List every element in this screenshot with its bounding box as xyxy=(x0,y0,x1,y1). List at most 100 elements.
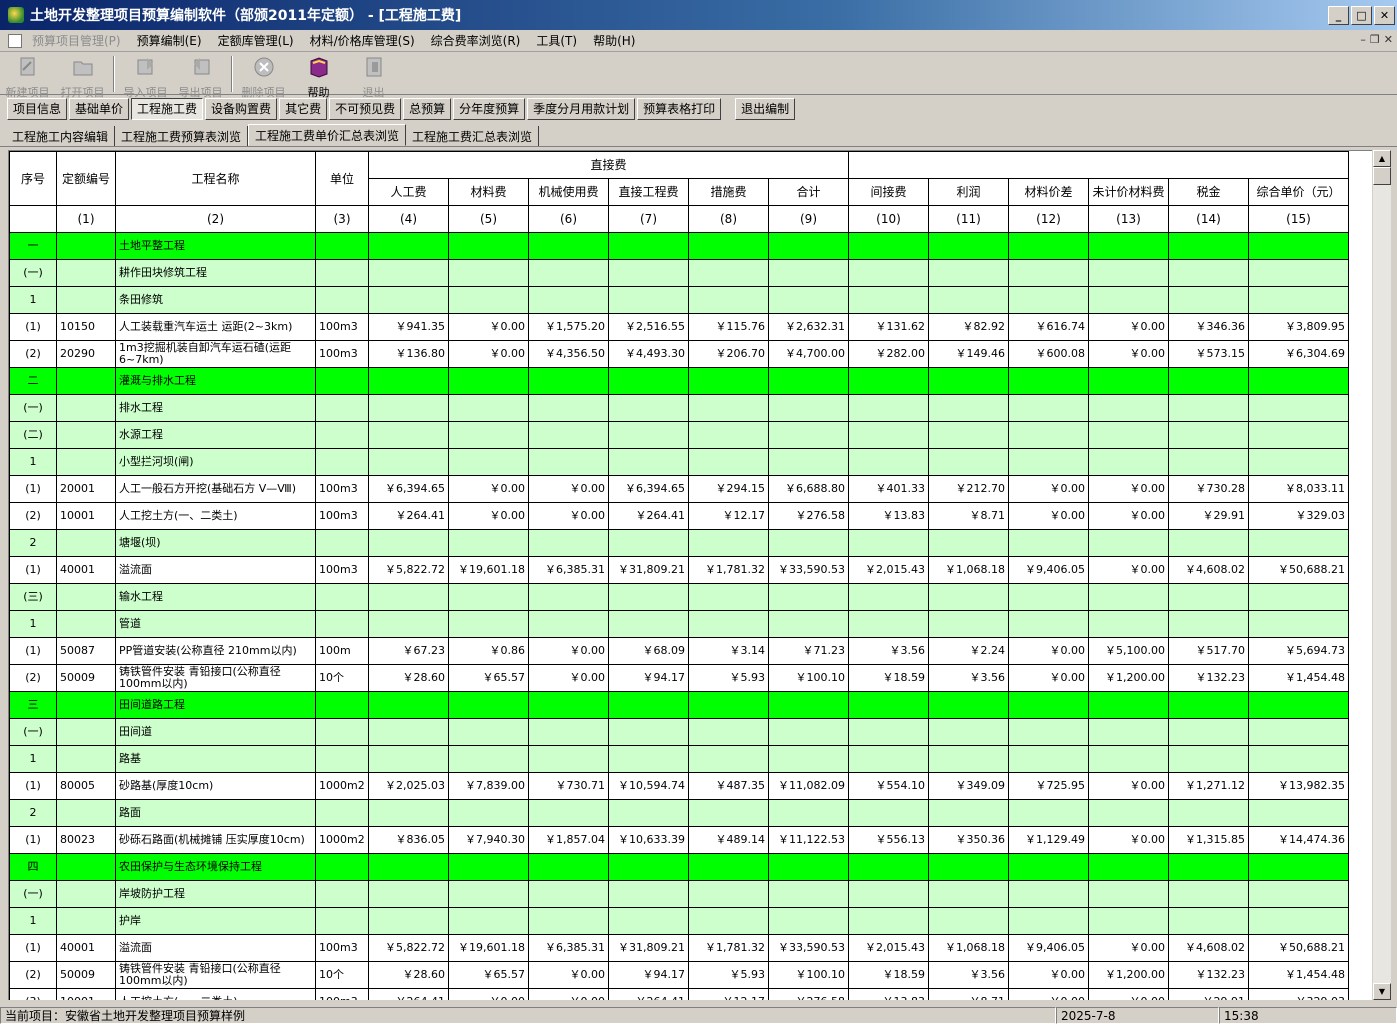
cell-value xyxy=(368,853,449,881)
table-row[interactable]: (2) 20290 1m3挖掘机装自卸汽车运石碴(运距6~7km) 100m3 ￥136… xyxy=(9,340,1349,368)
tab-5[interactable]: 不可预见费 xyxy=(329,97,402,120)
table-group-row[interactable]: (三) 输水工程 xyxy=(9,583,1349,611)
mdi-restore-button[interactable]: ❐ xyxy=(1370,33,1380,46)
cell-value xyxy=(368,394,449,422)
table-group-row[interactable]: 2 塘堰(坝) xyxy=(9,529,1349,557)
cell-unit xyxy=(315,799,369,827)
table-row[interactable]: (2) 50009 铸铁管件安装 青铅接口(公称直径100mm以内) 10个 ￥28.6… xyxy=(9,961,1349,989)
menu-item-4[interactable]: 综合费率浏览(R) xyxy=(423,32,529,49)
toolbar-button-0[interactable]: 新建项目 xyxy=(0,53,55,99)
column-index-cell: (7) xyxy=(608,205,689,233)
mdi-close-button[interactable]: ✕ xyxy=(1384,33,1393,46)
table-group-row[interactable]: (一) 排水工程 xyxy=(9,394,1349,422)
scroll-down-button[interactable]: ▼ xyxy=(1373,983,1391,1000)
tab-10[interactable]: 退出编制 xyxy=(735,97,796,120)
menu-item-0[interactable]: 预算项目管理(P) xyxy=(24,32,129,49)
table-row[interactable]: (2) 10001 人工挖土方(一、二类土) 100m3 ￥264.41 ￥0.00 ￥0.… xyxy=(9,502,1349,530)
table-group-row[interactable]: 1 小型拦河坝(闸) xyxy=(9,448,1349,476)
toolbar-button-4[interactable]: 导出项目 xyxy=(173,53,228,99)
table-group-row[interactable]: 1 护岸 xyxy=(9,907,1349,935)
menu-item-2[interactable]: 定额库管理(L) xyxy=(210,32,302,49)
table-group-row[interactable]: 四 农田保护与生态环境保持工程 xyxy=(9,853,1349,881)
close-button[interactable]: ✕ xyxy=(1374,5,1395,25)
vertical-scrollbar[interactable]: ▲ ▼ xyxy=(1373,150,1391,1000)
toolbar-button-3[interactable]: 导入项目 xyxy=(118,53,173,99)
tab-2[interactable]: 工程施工费 xyxy=(131,97,204,120)
tab-0[interactable]: 项目信息 xyxy=(7,97,68,120)
unit-price-summary-grid[interactable]: 序号 定额编号 工程名称 单位 直接费 人工费 材料费 机械使用费 直接工程费 … xyxy=(8,150,1372,1000)
cell-value xyxy=(1088,718,1169,746)
cell-value xyxy=(528,259,609,287)
column-index-cell: (14) xyxy=(1168,205,1249,233)
toolbar-button-7[interactable]: 帮助 xyxy=(291,53,346,99)
cell-value: ￥0.00 xyxy=(1088,934,1169,962)
tab-1[interactable]: 基础单价 xyxy=(69,97,130,120)
cell-value xyxy=(368,583,449,611)
cell-value xyxy=(1008,718,1089,746)
table-group-row[interactable]: 二 灌溉与排水工程 xyxy=(9,367,1349,395)
maximize-button[interactable]: □ xyxy=(1351,5,1372,25)
minimize-button[interactable]: _ xyxy=(1328,5,1349,25)
subtab-3[interactable]: 工程施工费汇总表浏览 xyxy=(406,126,540,146)
tab-6[interactable]: 总预算 xyxy=(403,97,452,120)
cell-value xyxy=(1008,394,1089,422)
table-row[interactable]: (1) 40001 溢流面 100m3 ￥5,822.72 ￥19,601.18 ￥6,38… xyxy=(9,934,1349,962)
cell-value: ￥9,406.05 xyxy=(1008,934,1089,962)
table-group-row[interactable]: 三 田间道路工程 xyxy=(9,691,1349,719)
cell-seq: (二) xyxy=(9,421,57,449)
cell-value xyxy=(368,880,449,908)
table-group-row[interactable]: 2 路面 xyxy=(9,799,1349,827)
cell-unit xyxy=(315,367,369,395)
toolbar-button-8[interactable]: 退出 xyxy=(346,53,401,99)
cell-value xyxy=(768,583,849,611)
tab-8[interactable]: 季度分月用款计划 xyxy=(527,97,636,120)
menu-item-6[interactable]: 帮助(H) xyxy=(585,32,643,49)
table-group-row[interactable]: 1 管道 xyxy=(9,610,1349,638)
cell-value: ￥517.70 xyxy=(1168,637,1249,665)
cell-value xyxy=(448,880,529,908)
scroll-up-button[interactable]: ▲ xyxy=(1373,150,1391,167)
tab-3[interactable]: 设备购置费 xyxy=(205,97,278,120)
toolbar-button-6[interactable]: 删除项目 xyxy=(236,53,291,99)
table-group-row[interactable]: 1 路基 xyxy=(9,745,1349,773)
subtab-1[interactable]: 工程施工费预算表浏览 xyxy=(115,126,249,146)
menu-item-5[interactable]: 工具(T) xyxy=(528,32,585,49)
tab-4[interactable]: 其它费 xyxy=(279,97,328,120)
tab-7[interactable]: 分年度预算 xyxy=(453,97,526,120)
table-row[interactable]: (1) 40001 溢流面 100m3 ￥5,822.72 ￥19,601.18 ￥6,38… xyxy=(9,556,1349,584)
cell-value xyxy=(1248,232,1349,260)
table-group-row[interactable]: 一 土地平整工程 xyxy=(9,232,1349,260)
cell-value xyxy=(1168,907,1249,935)
subtab-0[interactable]: 工程施工内容编辑 xyxy=(6,126,116,146)
cell-value: ￥31,809.21 xyxy=(608,934,689,962)
cell-seq: (三) xyxy=(9,583,57,611)
menu-item-1[interactable]: 预算编制(E) xyxy=(129,32,210,49)
table-group-row[interactable]: 1 条田修筑 xyxy=(9,286,1349,314)
table-group-row[interactable]: (一) 岸坡防护工程 xyxy=(9,880,1349,908)
table-group-row[interactable]: (一) 耕作田块修筑工程 xyxy=(9,259,1349,287)
table-row[interactable]: (1) 80005 砂路基(厚度10cm) 1000m2 ￥2,025.03 ￥7,839… xyxy=(9,772,1349,800)
table-row[interactable]: (1) 20001 人工一般石方开挖(基础石方 V—Ⅷ) 100m3 ￥6,394.65… xyxy=(9,475,1349,503)
menu-item-3[interactable]: 材料/价格库管理(S) xyxy=(302,32,423,49)
table-group-row[interactable]: (二) 水源工程 xyxy=(9,421,1349,449)
table-row[interactable]: (2) 50009 铸铁管件安装 青铅接口(公称直径100mm以内) 10个 ￥28.6… xyxy=(9,664,1349,692)
header-profit: 利润 xyxy=(928,178,1009,206)
cell-value: ￥10,594.74 xyxy=(608,772,689,800)
tab-9[interactable]: 预算表格打印 xyxy=(637,97,722,120)
cell-value xyxy=(848,394,929,422)
cell-value: ￥19,601.18 xyxy=(448,934,529,962)
mdi-minimize-button[interactable]: – xyxy=(1360,33,1366,46)
toolbar-button-1[interactable]: 打开项目 xyxy=(55,53,110,99)
cell-value: ￥5,822.72 xyxy=(368,556,449,584)
cell-value xyxy=(368,421,449,449)
scroll-thumb[interactable] xyxy=(1373,167,1391,185)
table-group-row[interactable]: (一) 田间道 xyxy=(9,718,1349,746)
table-row[interactable]: (3)10001人工挖土方(一、二类土)100m3￥264.41￥0.00￥0.… xyxy=(9,988,1349,1000)
table-row[interactable]: (1) 50087 PP管道安装(公称直径 210mm以内) 100m ￥67.23 ￥0… xyxy=(9,637,1349,665)
cell-code xyxy=(56,286,116,314)
subtab-2[interactable]: 工程施工费单价汇总表浏览 xyxy=(248,124,407,146)
toolbar: 新建项目 打开项目 导入项目 导出项目 删除项目 帮助 退出 xyxy=(0,53,1397,99)
table-row[interactable]: (1) 10150 人工装载重汽车运土 运距(2~3km) 100m3 ￥941.35 ￥… xyxy=(9,313,1349,341)
table-row[interactable]: (1) 80023 砂砾石路面(机械摊铺 压实厚度10cm) 1000m2 ￥836.0… xyxy=(9,826,1349,854)
cell-value: ￥3.56 xyxy=(928,961,1009,989)
